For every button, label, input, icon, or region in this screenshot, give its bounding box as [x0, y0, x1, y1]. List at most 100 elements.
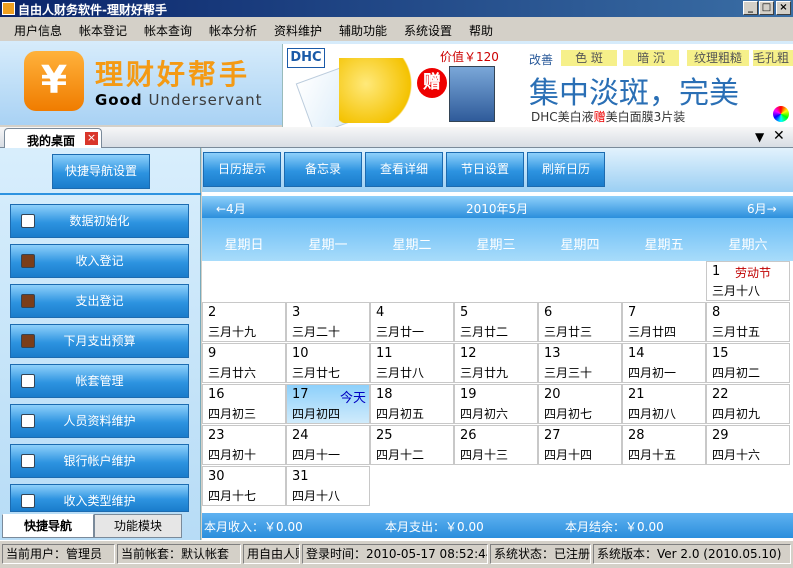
calendar-day[interactable]: 19 四月初六 — [454, 384, 538, 424]
day-number: 19 — [460, 387, 477, 402]
lunar-date: 三月廿六 — [208, 366, 257, 380]
calendar-day[interactable]: 26 四月十三 — [454, 425, 538, 465]
memo-button[interactable]: 备忘录 — [284, 152, 362, 187]
lemon-image — [339, 58, 429, 123]
sidebar-item-label: 下月支出预算 — [63, 334, 136, 348]
menu-auxiliary[interactable]: 辅助功能 — [339, 22, 387, 39]
menu-help[interactable]: 帮助 — [469, 22, 493, 39]
close-button[interactable]: × — [776, 1, 791, 15]
refresh-calendar-button[interactable]: 刷新日历 — [527, 152, 605, 187]
sidebar-item-label: 数据初始化 — [69, 214, 130, 228]
calendar-day[interactable]: 21 四月初八 — [622, 384, 706, 424]
lunar-date: 三月廿四 — [628, 325, 677, 339]
menu-ledger-analysis[interactable]: 帐本分析 — [209, 22, 257, 39]
sidebar-item-personnel[interactable]: 人员资料维护 — [10, 404, 189, 438]
weekday-friday: 星期五 — [644, 238, 684, 253]
sidebar-item-bank-account[interactable]: 银行帐户维护 — [10, 444, 189, 478]
next-month-link[interactable]: 6月→ — [747, 200, 777, 217]
calendar-day[interactable]: 5 三月廿二 — [454, 302, 538, 342]
view-details-button[interactable]: 查看详细 — [365, 152, 443, 187]
menu-data-maintenance[interactable]: 资料维护 — [274, 22, 322, 39]
tab-close-icon[interactable]: ✕ — [773, 128, 785, 144]
calendar-day[interactable]: 14 四月初一 — [622, 343, 706, 383]
sidebar-item-account-set[interactable]: 帐套管理 — [10, 364, 189, 398]
calendar-day-today[interactable]: 17 四月初四 今天 — [286, 384, 370, 424]
day-number: 11 — [376, 346, 393, 361]
sidebar-item-expense-entry[interactable]: 支出登记 — [10, 284, 189, 318]
calendar-reminder-button[interactable]: 日历提示 — [203, 152, 281, 187]
day-number: 21 — [628, 387, 645, 402]
calendar-day[interactable]: 3 三月二十 — [286, 302, 370, 342]
calendar-day[interactable]: 29 四月十六 — [706, 425, 790, 465]
menu-system-settings[interactable]: 系统设置 — [404, 22, 452, 39]
app-icon — [2, 2, 15, 15]
calendar-day[interactable]: 6 三月廿三 — [538, 302, 622, 342]
prev-month-link[interactable]: ←4月 — [216, 200, 246, 217]
calendar-day[interactable]: 30 四月十七 — [202, 466, 286, 506]
lunar-date: 四月初七 — [544, 407, 593, 421]
status-welcome: 用自由人财务软件 — [243, 544, 300, 564]
calendar-day[interactable]: 1 三月十八 劳动节 — [706, 261, 790, 301]
calendar-day[interactable]: 7 三月廿四 — [622, 302, 706, 342]
calendar-day[interactable]: 16 四月初三 — [202, 384, 286, 424]
calendar-day[interactable]: 20 四月初七 — [538, 384, 622, 424]
lunar-date: 四月初八 — [628, 407, 677, 421]
menu-ledger-entry[interactable]: 帐本登记 — [79, 22, 127, 39]
minimize-button[interactable]: _ — [743, 1, 758, 15]
calendar-day[interactable]: 27 四月十四 — [538, 425, 622, 465]
monthly-expense: 本月支出：￥0.00 — [385, 520, 484, 534]
sidebar-item-label: 收入登记 — [75, 254, 124, 268]
tab-menu-icon[interactable]: ▼ — [755, 130, 764, 144]
quick-nav-settings-button[interactable]: 快捷导航设置 — [52, 154, 150, 189]
weekday-wednesday: 星期三 — [476, 238, 516, 253]
gift-badge: 赠 — [417, 68, 447, 98]
menu-ledger-query[interactable]: 帐本查询 — [144, 22, 192, 39]
calendar-day[interactable]: 22 四月初九 — [706, 384, 790, 424]
lunar-date: 四月初六 — [460, 407, 509, 421]
calendar-day[interactable]: 11 三月廿八 — [370, 343, 454, 383]
tab-my-desktop[interactable]: 我的桌面 × — [4, 128, 102, 148]
calendar-day[interactable]: 25 四月十二 — [370, 425, 454, 465]
day-number: 6 — [544, 305, 553, 320]
month-title: 2010年5月 — [466, 202, 529, 216]
day-number: 27 — [544, 428, 561, 443]
calendar-day[interactable]: 9 三月廿六 — [202, 343, 286, 383]
day-number: 14 — [628, 346, 645, 361]
calendar-day[interactable]: 12 三月廿九 — [454, 343, 538, 383]
calendar-day[interactable]: 24 四月十一 — [286, 425, 370, 465]
today-label: 今天 — [339, 391, 366, 406]
advertisement[interactable]: DHC 赠 价值￥120 改善 色 斑 暗 沉 纹理粗糙 毛孔粗 集中淡斑，完美… — [282, 44, 793, 136]
lunar-date: 三月三十 — [544, 366, 593, 380]
lunar-date: 四月初十 — [208, 448, 257, 462]
calendar-day[interactable]: 2 三月十九 — [202, 302, 286, 342]
calendar-day[interactable]: 28 四月十五 — [622, 425, 706, 465]
holiday-label: 劳动节 — [735, 266, 772, 280]
tab-function-module[interactable]: 功能模块 — [94, 514, 182, 538]
calendar-day[interactable]: 23 四月初十 — [202, 425, 286, 465]
lunar-date: 三月廿七 — [292, 366, 341, 380]
ad-tag-improve: 改善 — [529, 53, 554, 67]
calendar-day[interactable]: 10 三月廿七 — [286, 343, 370, 383]
maximize-button[interactable]: □ — [759, 1, 774, 15]
calendar-day[interactable]: 8 三月廿五 — [706, 302, 790, 342]
lunar-date: 四月初九 — [712, 407, 761, 421]
day-number: 23 — [208, 428, 225, 443]
sidebar-item-income-entry[interactable]: 收入登记 — [10, 244, 189, 278]
calendar-day[interactable]: 15 四月初二 — [706, 343, 790, 383]
sidebar-item-income-type[interactable]: 收入类型维护 — [10, 484, 189, 512]
lunar-date: 四月初二 — [712, 366, 761, 380]
menu-user-info[interactable]: 用户信息 — [14, 22, 62, 39]
day-number: 31 — [292, 469, 309, 484]
calendar-day[interactable]: 31 四月十八 — [286, 466, 370, 506]
sidebar-item-data-init[interactable]: 数据初始化 — [10, 204, 189, 238]
tab-quick-nav[interactable]: 快捷导航 — [2, 514, 94, 538]
calendar-day[interactable]: 18 四月初五 — [370, 384, 454, 424]
lunar-date: 三月十八 — [712, 284, 761, 298]
calendar-day[interactable]: 13 三月三十 — [538, 343, 622, 383]
holiday-settings-button[interactable]: 节日设置 — [446, 152, 524, 187]
close-icon[interactable]: × — [85, 132, 98, 145]
sidebar-item-next-month-budget[interactable]: 下月支出预算 — [10, 324, 189, 358]
day-number: 29 — [712, 428, 729, 443]
calendar-day[interactable]: 4 三月廿一 — [370, 302, 454, 342]
day-number: 7 — [628, 305, 637, 320]
